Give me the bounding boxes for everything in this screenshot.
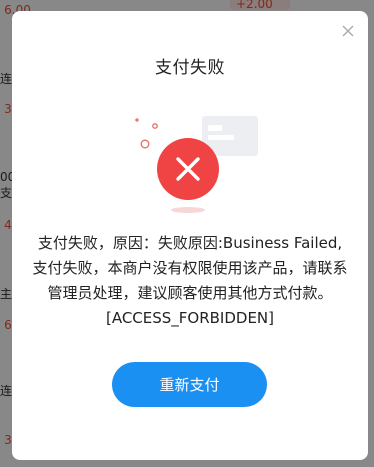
sparkle-icon [135,118,158,149]
retry-payment-button[interactable]: 重新支付 [112,362,267,407]
error-message: 支付失败，原因：失败原因:Business Failed, 支付失败，本商户没有… [32,234,348,327]
close-icon[interactable] [340,23,356,39]
error-x-icon [157,138,219,200]
payment-failed-dialog: 支付失败 支付失败，原因：失败原因:Business Failed, 支付失败，… [12,11,368,460]
error-illustration [12,111,368,221]
dialog-title: 支付失败 [155,58,225,78]
